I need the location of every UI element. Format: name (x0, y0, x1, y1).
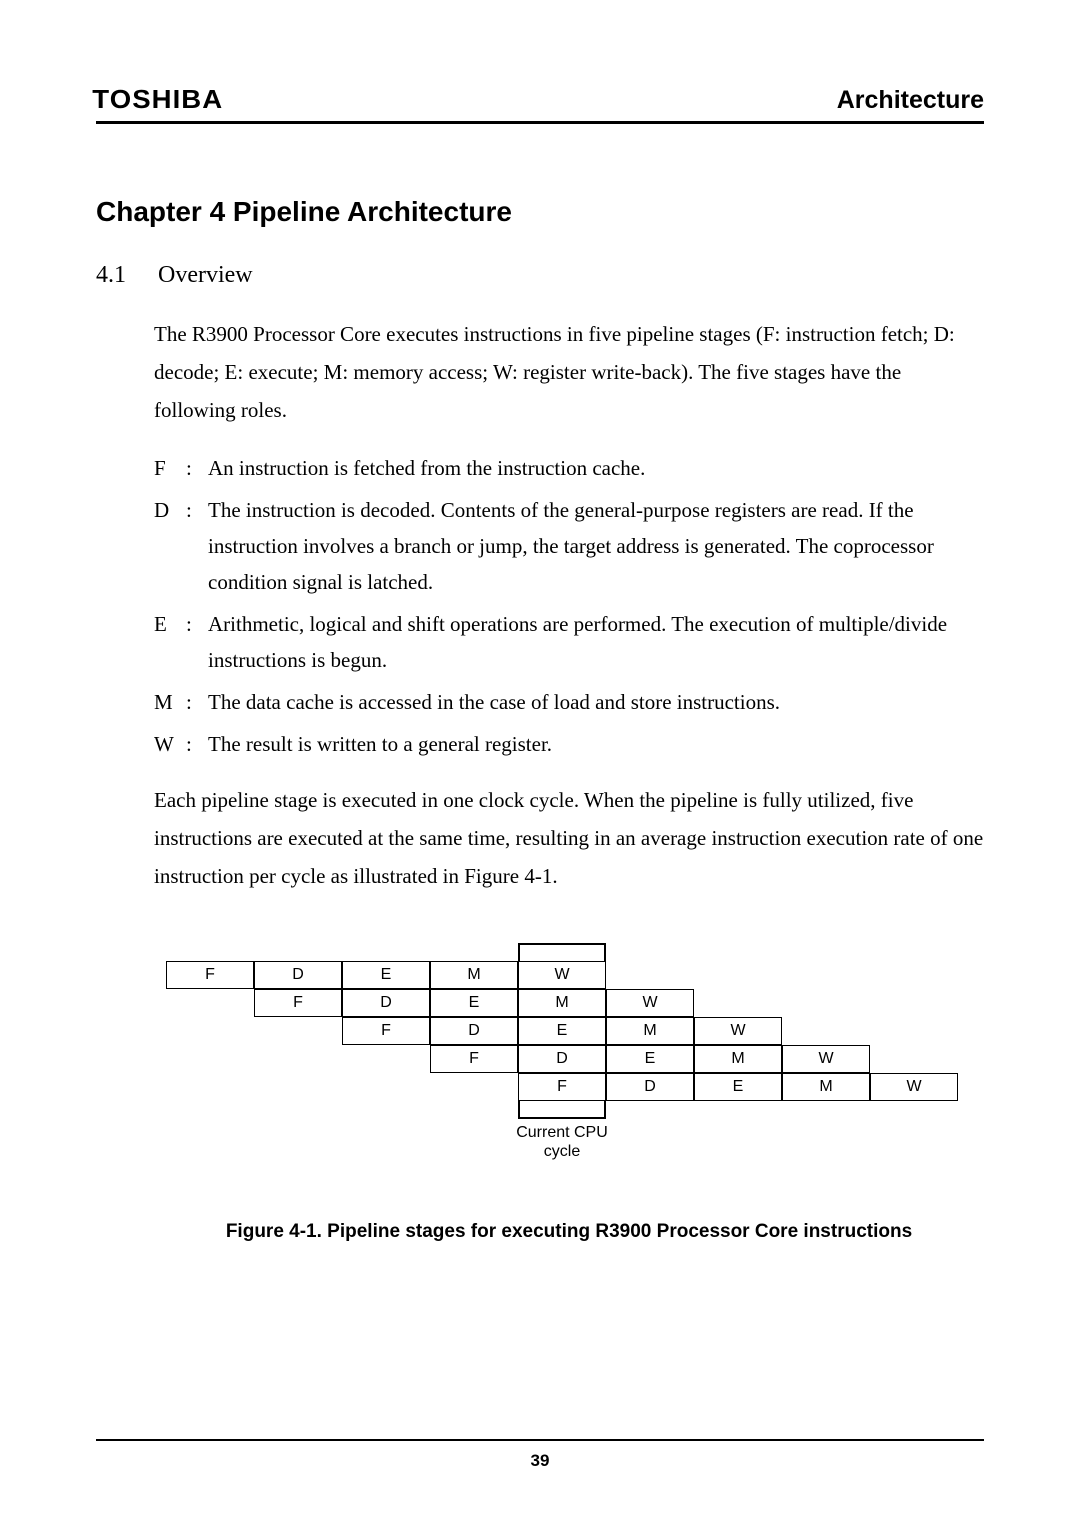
list-item: E : Arithmetic, logical and shift operat… (154, 606, 984, 678)
list-item: D : The instruction is decoded. Contents… (154, 492, 984, 600)
pipeline-cell: W (694, 1017, 782, 1045)
pipeline-cell: W (870, 1073, 958, 1101)
pipeline-cell: E (694, 1073, 782, 1101)
pipeline-cell: D (254, 961, 342, 989)
colon: : (186, 606, 208, 678)
pipeline-cell: F (166, 961, 254, 989)
pipeline-cell: E (518, 1017, 606, 1045)
list-item: W : The result is written to a general r… (154, 726, 984, 762)
list-item: M : The data cache is accessed in the ca… (154, 684, 984, 720)
pipeline-cell: M (782, 1073, 870, 1101)
stage-label: M (154, 684, 186, 720)
stage-desc: The result is written to a general regis… (208, 726, 984, 762)
pipeline-cell: E (430, 989, 518, 1017)
doc-title: Architecture (837, 86, 984, 115)
chapter-heading: Chapter 4 Pipeline Architecture (96, 196, 984, 228)
section-number: 4.1 (96, 262, 158, 289)
footer-rule (96, 1439, 984, 1441)
list-item: F : An instruction is fetched from the i… (154, 450, 984, 486)
stage-desc: The data cache is accessed in the case o… (208, 684, 984, 720)
colon: : (186, 492, 208, 600)
colon: : (186, 726, 208, 762)
figure-4-1: FDEMWFDEMWFDEMWFDEMWFDEMWCurrent CPUcycl… (154, 941, 984, 1243)
pipeline-cell: D (606, 1073, 694, 1101)
stage-desc: An instruction is fetched from the instr… (208, 450, 984, 486)
header-rule (96, 121, 984, 124)
brand-logo: TOSHIBA (92, 84, 223, 115)
pipeline-cell: M (694, 1045, 782, 1073)
section-title: Overview (158, 262, 253, 289)
pipeline-cell: F (430, 1045, 518, 1073)
stage-desc: Arithmetic, logical and shift operations… (208, 606, 984, 678)
pipeline-cell: W (782, 1045, 870, 1073)
section-heading: 4.1 Overview (96, 262, 984, 289)
figure-caption: Figure 4-1. Pipeline stages for executin… (154, 1221, 984, 1243)
after-paragraph: Each pipeline stage is executed in one c… (154, 781, 984, 896)
current-cycle-indicator-bottom (518, 1101, 606, 1119)
pipeline-cell: E (342, 961, 430, 989)
pipeline-cell: W (606, 989, 694, 1017)
pipeline-cell: D (518, 1045, 606, 1073)
pipeline-cell: D (342, 989, 430, 1017)
colon: : (186, 450, 208, 486)
current-cycle-label: Current CPUcycle (482, 1123, 642, 1161)
stage-label: F (154, 450, 186, 486)
pipeline-cell: E (606, 1045, 694, 1073)
pipeline-diagram: FDEMWFDEMWFDEMWFDEMWFDEMWCurrent CPUcycl… (154, 941, 984, 1163)
stage-label: E (154, 606, 186, 678)
stage-label: D (154, 492, 186, 600)
pipeline-cell: F (342, 1017, 430, 1045)
pipeline-cell: M (518, 989, 606, 1017)
pipeline-cell: M (430, 961, 518, 989)
current-cycle-indicator-top (518, 943, 606, 961)
colon: : (186, 684, 208, 720)
pipeline-cell: W (518, 961, 606, 989)
pipeline-cell: F (254, 989, 342, 1017)
stage-label: W (154, 726, 186, 762)
pipeline-cell: D (430, 1017, 518, 1045)
stage-list: F : An instruction is fetched from the i… (154, 450, 984, 763)
stage-desc: The instruction is decoded. Contents of … (208, 492, 984, 600)
page-number: 39 (96, 1451, 984, 1471)
intro-paragraph: The R3900 Processor Core executes instru… (154, 315, 984, 430)
pipeline-cell: M (606, 1017, 694, 1045)
pipeline-cell: F (518, 1073, 606, 1101)
